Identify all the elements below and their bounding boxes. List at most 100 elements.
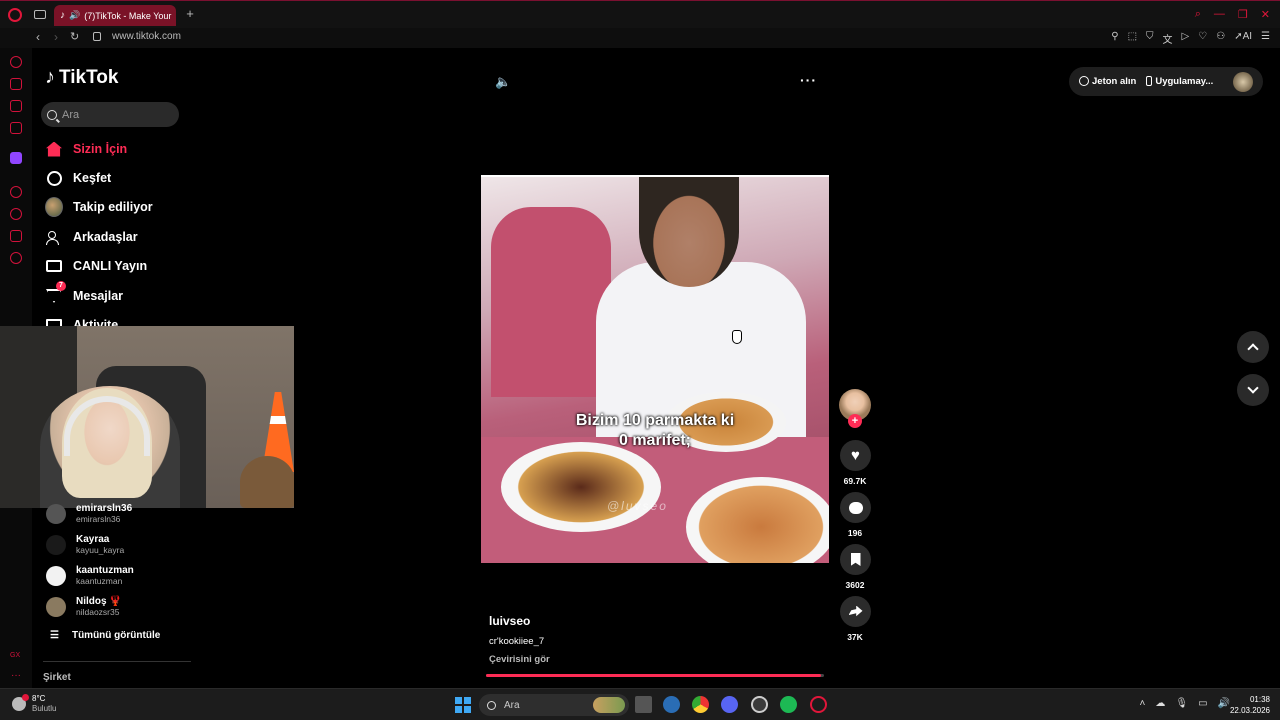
sidebar-chat-icon[interactable] (10, 230, 22, 242)
get-coins-button[interactable]: Jeton alın (1079, 76, 1136, 87)
search-input[interactable]: Ara (41, 102, 179, 127)
company-link[interactable]: Şirket (43, 672, 71, 683)
nav-explore[interactable]: Keşfet (45, 169, 111, 187)
get-app-button[interactable]: Uygulamay... (1146, 76, 1213, 87)
clock-date: 22.03.2026 (1229, 706, 1270, 715)
weather-temp: 8°C (32, 694, 46, 703)
back-button[interactable]: ‹ (36, 30, 40, 44)
opera-gx-icon[interactable] (810, 696, 827, 713)
nav-messages[interactable]: 7 Mesajlar (45, 281, 124, 305)
opera-logo-icon[interactable] (8, 8, 22, 22)
nav-live[interactable]: CANLI Yayın (45, 257, 147, 275)
tab-audio-icon[interactable]: 🔊 (69, 10, 80, 21)
tiktok-logo[interactable]: ♪ TikTok (45, 66, 118, 89)
comment-button[interactable] (840, 492, 871, 523)
widgets-icon[interactable] (663, 696, 680, 713)
minimize-button[interactable]: — (1214, 8, 1225, 21)
sidebar-player-icon[interactable] (10, 186, 22, 198)
sidebar-refresh-icon[interactable] (10, 56, 22, 68)
display-icon[interactable]: ▭ (1198, 698, 1207, 709)
close-button[interactable]: ✕ (1261, 8, 1270, 21)
microphone-icon[interactable]: 🎙 (1175, 698, 1188, 709)
sidebar-mail-icon[interactable] (10, 122, 22, 134)
snapshot-icon[interactable]: ⬚ (1128, 31, 1137, 46)
speaker-icon[interactable]: 🔊 (1218, 698, 1230, 709)
weather-icon (12, 694, 29, 711)
weather-widget[interactable]: 8°C Bulutlu (12, 694, 56, 714)
divider (43, 661, 191, 662)
url-field[interactable]: www.tiktok.com (112, 31, 181, 42)
translate-icon[interactable]: 文 (1163, 31, 1173, 46)
nav-friends[interactable]: Arkadaşlar (45, 228, 138, 246)
see-translation-link[interactable]: Çevirisini gör (489, 654, 550, 665)
spotify-icon[interactable] (780, 696, 797, 713)
sidebar-gx-icon[interactable]: GX (10, 652, 20, 659)
menu-icon[interactable]: ☰ (1261, 31, 1270, 46)
nav-label: Takip ediliyor (73, 200, 153, 214)
next-video-button[interactable] (1237, 374, 1269, 406)
discord-icon[interactable] (721, 696, 738, 713)
nav-for-you[interactable]: Sizin İçin (45, 140, 127, 158)
steam-icon[interactable] (751, 696, 768, 713)
tray-expand-icon[interactable]: ˄ (1140, 698, 1146, 709)
restore-button[interactable]: ❐ (1238, 8, 1248, 21)
following-account[interactable]: Kayraa kayuu_kayra (46, 534, 124, 555)
following-account[interactable]: emirarsln36 emirarsln36 (46, 503, 132, 524)
chrome-icon[interactable] (692, 696, 709, 713)
avatar (46, 534, 66, 555)
forward-button[interactable]: › (54, 30, 58, 44)
following-account[interactable]: Nildoş 🦞 nildaozsr35 (46, 596, 122, 617)
shield-icon[interactable]: ⛉ (1146, 31, 1154, 46)
video-author[interactable]: luivseo (489, 614, 530, 628)
reload-button[interactable]: ↻ (70, 30, 79, 43)
sidebar-twitch-icon[interactable] (10, 152, 22, 164)
like-button[interactable]: ♥ (840, 440, 871, 471)
heart-icon: ♥ (851, 447, 860, 464)
volume-icon[interactable]: 🔈 (495, 74, 511, 90)
sidebar-messenger-icon[interactable] (10, 100, 22, 112)
more-options-icon[interactable]: ··· (800, 72, 817, 88)
nav-label: Mesajlar (73, 289, 124, 303)
profile-icon[interactable]: ⚇ (1216, 31, 1225, 46)
taskbar-search[interactable]: Ara (479, 694, 629, 716)
progress-fill (486, 674, 821, 677)
sidebar-settings-icon[interactable] (10, 252, 22, 264)
taskbar-search-placeholder: Ara (504, 699, 520, 711)
search-tabs-icon[interactable]: ⌕ (1195, 8, 1201, 21)
onedrive-icon[interactable]: ☁ (1155, 698, 1165, 709)
tab-tiktok[interactable]: ♪ 🔊 (7)TikTok - Make Your (54, 5, 176, 26)
clock[interactable]: 01:38 22.03.2026 (1230, 694, 1270, 716)
sidebar-bag-icon[interactable] (10, 78, 22, 90)
heart-icon[interactable]: ♡ (1198, 31, 1207, 46)
messages-badge: 7 (56, 281, 66, 291)
sidebar-more-icon[interactable]: ··· (11, 670, 21, 681)
start-button[interactable] (455, 697, 471, 713)
share-button[interactable] (840, 596, 871, 627)
nav-label: Sizin İçin (73, 142, 128, 156)
profile-avatar[interactable] (1233, 72, 1253, 92)
follow-plus-icon[interactable]: + (848, 414, 862, 428)
workspaces-icon[interactable] (34, 10, 46, 19)
previous-video-button[interactable] (1237, 331, 1269, 363)
avatar (46, 503, 66, 524)
save-button[interactable] (840, 544, 871, 575)
video-watermark: @luvseo (607, 499, 668, 513)
play-icon[interactable]: ▷ (1182, 31, 1190, 46)
sidebar-history-icon[interactable] (10, 208, 22, 220)
video-progress-bar[interactable] (486, 674, 824, 677)
messages-icon: 7 (45, 281, 66, 305)
video-player[interactable]: Bizim 10 parmakta ki 0 marifet; @luvseo (481, 175, 829, 563)
nav-label: CANLI Yayın (73, 259, 148, 273)
weather-desc: Bulutlu (32, 704, 57, 713)
aria-ai-button[interactable]: ➚AI (1234, 31, 1252, 46)
new-tab-button[interactable]: + (183, 7, 197, 21)
pin-icon[interactable]: ⚲ (1111, 31, 1118, 46)
account-handle: kaantuzman (76, 576, 123, 586)
following-account[interactable]: kaantuzman kaantuzman (46, 565, 134, 586)
avatar (45, 197, 63, 217)
tiktok-favicon-icon: ♪ (60, 10, 65, 21)
task-view-icon[interactable] (635, 696, 652, 713)
see-all-button[interactable]: ☰ Tümünü görüntüle (50, 630, 160, 641)
chevron-up-icon (1247, 343, 1259, 355)
nav-following[interactable]: Takip ediliyor (45, 197, 153, 217)
